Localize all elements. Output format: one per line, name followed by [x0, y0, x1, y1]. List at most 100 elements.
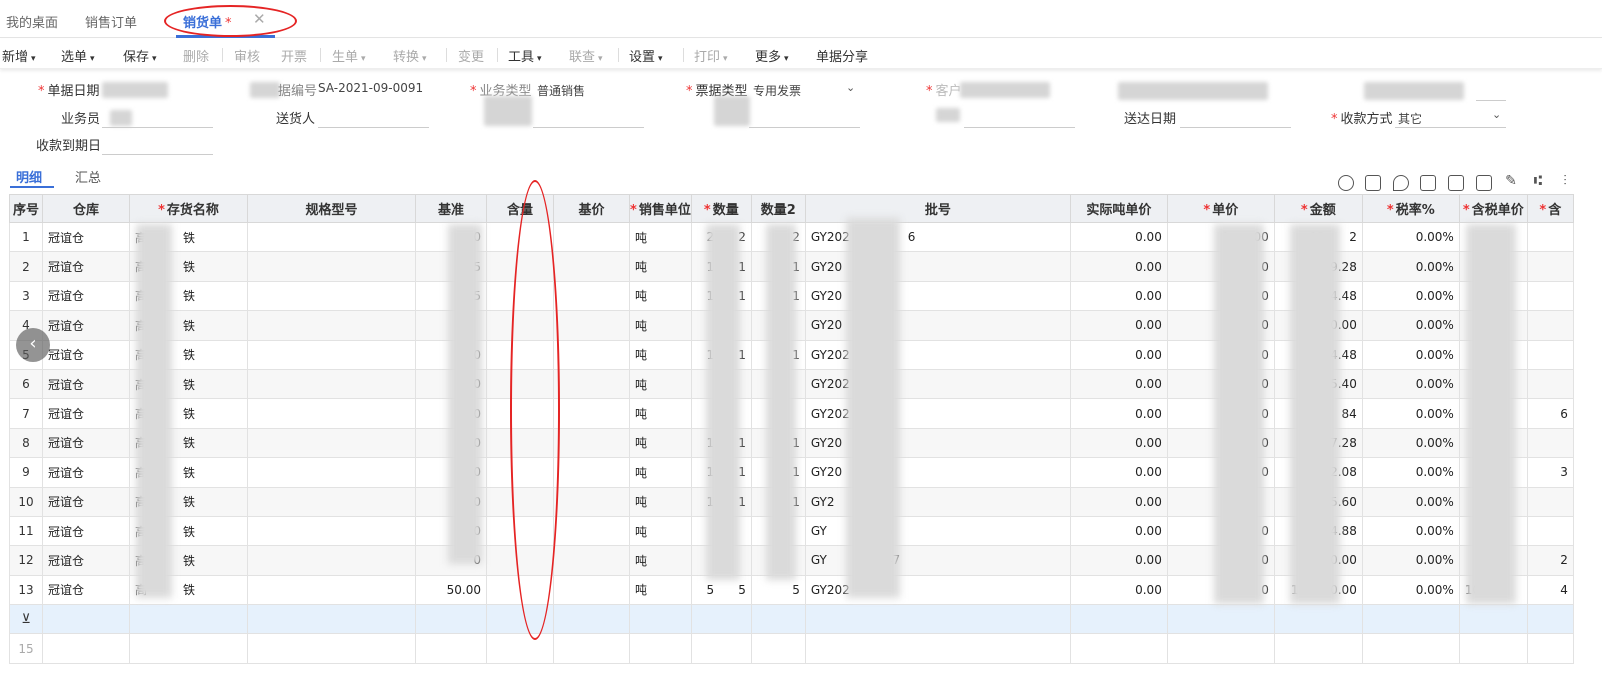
- grid-cell[interactable]: [247, 251, 416, 282]
- grid-cell[interactable]: 12: [9, 545, 43, 576]
- payment-method-value[interactable]: 其它: [1398, 110, 1422, 127]
- grid-cell[interactable]: [1526, 280, 1574, 312]
- col-header[interactable]: 实际吨单价: [1069, 194, 1168, 223]
- grid-cell[interactable]: ⊻: [9, 604, 43, 635]
- share-doc-button[interactable]: 单据分享: [816, 46, 868, 65]
- grid-cell[interactable]: 7: [9, 398, 43, 429]
- grid-cell[interactable]: 15: [9, 633, 43, 664]
- grid-cell[interactable]: [1526, 486, 1574, 517]
- delivery-date-field[interactable]: [1180, 127, 1291, 128]
- table-row[interactable]: ⊻: [9, 604, 1574, 635]
- grid-cell[interactable]: [1458, 604, 1528, 635]
- biz-type-value[interactable]: 普通销售: [537, 82, 585, 99]
- grid-cell[interactable]: 0.00%: [1361, 251, 1460, 282]
- customer-field[interactable]: [960, 82, 1050, 98]
- grid-cell[interactable]: 0.00%: [1361, 368, 1460, 400]
- grid-cell[interactable]: 6: [1526, 398, 1574, 429]
- grid-cell[interactable]: [553, 633, 630, 664]
- grid-cell[interactable]: [553, 427, 630, 459]
- grid-cell[interactable]: 冠谊仓: [42, 310, 130, 341]
- grid-cell[interactable]: [1361, 633, 1460, 664]
- grid-cell[interactable]: [42, 633, 130, 664]
- grid-cell[interactable]: [42, 604, 130, 635]
- grid-cell[interactable]: 0.00%: [1361, 515, 1460, 547]
- grid-cell[interactable]: 10: [9, 486, 43, 517]
- generate-doc-button[interactable]: 生单 ▾: [332, 46, 366, 65]
- tab-sales-order[interactable]: 销售订单: [85, 12, 137, 31]
- grid-cell[interactable]: [629, 633, 692, 664]
- tab-summary[interactable]: 汇总: [75, 167, 101, 186]
- grid-cell[interactable]: [1069, 604, 1168, 635]
- grid-cell[interactable]: 4: [1526, 574, 1574, 606]
- grid-cell[interactable]: [247, 221, 416, 253]
- delete-button[interactable]: 删除: [183, 46, 209, 65]
- grid-cell[interactable]: [415, 604, 487, 635]
- grid-cell[interactable]: 冠谊仓: [42, 427, 130, 459]
- col-header[interactable]: * 含税单价: [1458, 194, 1528, 223]
- grid-cell[interactable]: 13: [9, 574, 43, 606]
- col-header[interactable]: * 销售单位: [629, 194, 692, 223]
- col-header[interactable]: 仓库: [42, 194, 130, 223]
- tools-button[interactable]: 工具 ▾: [508, 46, 542, 65]
- col-header[interactable]: 规格型号: [247, 194, 416, 223]
- grid-cell[interactable]: 0.00: [1069, 427, 1168, 459]
- select-doc-button[interactable]: 选单 ▾: [61, 46, 95, 65]
- grid-cell[interactable]: [129, 633, 248, 664]
- grid-cell[interactable]: 0.00: [1069, 368, 1168, 400]
- grid-cell[interactable]: 吨: [629, 398, 692, 429]
- grid-cell[interactable]: [415, 633, 487, 664]
- grid-cell[interactable]: [553, 545, 630, 576]
- bulb-icon[interactable]: [1338, 175, 1354, 191]
- grid-cell[interactable]: 0.00%: [1361, 221, 1460, 253]
- grid-cell[interactable]: [1361, 604, 1460, 635]
- grid-cell[interactable]: [247, 545, 416, 576]
- settings-button[interactable]: 设置 ▾: [629, 46, 663, 65]
- grid-cell[interactable]: 冠谊仓: [42, 221, 130, 253]
- grid-cell[interactable]: 冠谊仓: [42, 486, 130, 517]
- grid-cell[interactable]: 冠谊仓: [42, 457, 130, 488]
- col-header[interactable]: * 存货名称: [129, 194, 248, 223]
- grid-cell[interactable]: [553, 280, 630, 312]
- grid-cell[interactable]: [553, 339, 630, 370]
- grid-cell[interactable]: 吨: [629, 457, 692, 488]
- grid-cell[interactable]: 0.00: [1069, 486, 1168, 517]
- grid-cell[interactable]: 吨: [629, 486, 692, 517]
- grid-cell[interactable]: 0.00: [1069, 339, 1168, 370]
- col-header[interactable]: 基价: [553, 194, 630, 223]
- grid-cell[interactable]: 吨: [629, 251, 692, 282]
- grid-cell[interactable]: [247, 398, 416, 429]
- grid-cell[interactable]: [247, 486, 416, 517]
- grid-cell[interactable]: [804, 604, 1071, 635]
- print-button[interactable]: 打印 ▾: [694, 46, 728, 65]
- grid-cell[interactable]: 0.00: [1069, 457, 1168, 488]
- grid-cell[interactable]: 2: [9, 251, 43, 282]
- grid-cell[interactable]: 0.00%: [1361, 574, 1460, 606]
- insert-row-icon[interactable]: ⊻: [21, 612, 31, 627]
- grid-cell[interactable]: 0.00%: [1361, 457, 1460, 488]
- grid-cell[interactable]: [553, 251, 630, 282]
- grid-cell[interactable]: 冠谊仓: [42, 398, 130, 429]
- scan-icon[interactable]: [1365, 175, 1381, 191]
- col-header[interactable]: * 含: [1526, 194, 1574, 223]
- invoice-type-value[interactable]: 专用发票: [753, 82, 801, 99]
- grid-cell[interactable]: 0.00%: [1361, 339, 1460, 370]
- more-button[interactable]: 更多 ▾: [755, 46, 789, 65]
- tree-icon[interactable]: ⑆: [1530, 174, 1546, 191]
- grid-cell[interactable]: [1458, 633, 1528, 664]
- grid-cell[interactable]: [1526, 633, 1574, 664]
- grid-cell[interactable]: 0.00%: [1361, 427, 1460, 459]
- grid-cell[interactable]: [1069, 633, 1168, 664]
- grid-cell[interactable]: 吨: [629, 310, 692, 341]
- grid-cell[interactable]: 9: [9, 457, 43, 488]
- chevron-down-icon[interactable]: ⌄: [846, 81, 855, 94]
- grid-cell[interactable]: 6: [9, 368, 43, 400]
- col-header[interactable]: * 单价: [1166, 194, 1275, 223]
- grid-cell[interactable]: [129, 604, 248, 635]
- grid-cell[interactable]: 0.00: [1069, 545, 1168, 576]
- grid-cell[interactable]: [629, 604, 692, 635]
- grid-cell[interactable]: 吨: [629, 280, 692, 312]
- save-button[interactable]: 保存 ▾: [123, 46, 157, 65]
- query-button[interactable]: 联查 ▾: [569, 46, 603, 65]
- grid-cell[interactable]: 0.00: [1069, 280, 1168, 312]
- convert-button[interactable]: 转换 ▾: [393, 46, 427, 65]
